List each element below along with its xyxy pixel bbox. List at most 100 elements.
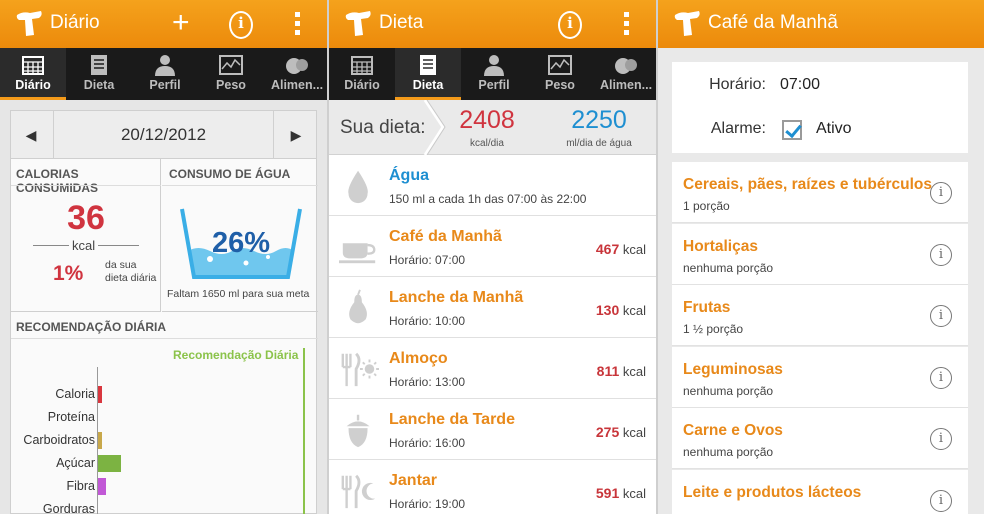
meal-row[interactable]: Lanche da Tarde Horário: 16:00 275 kcal xyxy=(329,399,656,460)
meal-row[interactable]: Lanche da Manhã Horário: 10:00 130 kcal xyxy=(329,277,656,338)
food-group-row[interactable]: Leguminosas nenhuma porção i xyxy=(672,346,968,408)
meal-name: Lanche da Tarde xyxy=(389,411,515,428)
meal-kcal-unit: kcal xyxy=(622,486,646,501)
kcal-unit: kcal xyxy=(69,238,99,253)
next-day-icon[interactable]: ▶ xyxy=(276,111,316,159)
agua-per-day-label: ml/dia de água xyxy=(566,138,632,149)
tab-bar: Diário Dieta Perfil Peso Alimen... xyxy=(0,48,327,100)
food-group-row[interactable]: Cereais, pães, raízes e tubérculos 1 porç… xyxy=(672,162,968,223)
meal-kcal-unit: kcal xyxy=(622,364,646,379)
nutrient-label: Carboidratos xyxy=(23,433,95,447)
info-icon[interactable]: i xyxy=(930,243,952,266)
pear-icon xyxy=(349,289,367,324)
nutrient-label: Fibra xyxy=(66,479,95,493)
agua-box[interactable]: CONSUMO DE ÁGUA 26% Faltam 1650 ml para … xyxy=(162,159,318,312)
screen-title: Dieta xyxy=(379,12,424,33)
alarme-checkbox[interactable] xyxy=(782,120,802,140)
meal-kcal: 130 kcal xyxy=(596,302,646,318)
cafe-screen: Café da Manhã Horário: 07:00 Alarme: Ati… xyxy=(658,0,984,514)
nutrient-label: Proteína xyxy=(47,410,95,424)
food-group-portion: 1 porção xyxy=(683,199,730,213)
nutrient-bar xyxy=(98,455,121,472)
meal-subtitle: Horário: 16:00 xyxy=(389,436,466,450)
meal-row[interactable]: Jantar Horário: 19:00 591 kcal xyxy=(329,460,656,514)
recomendacao-line xyxy=(303,348,305,514)
meal-row[interactable]: Almoço Horário: 13:00 811 kcal xyxy=(329,338,656,399)
food-group-row[interactable]: Carne e Ovos nenhuma porção i xyxy=(672,408,968,469)
info-icon[interactable]: i xyxy=(558,11,582,39)
notepad-icon xyxy=(420,55,436,75)
notepad-icon xyxy=(91,55,107,75)
info-icon[interactable]: i xyxy=(930,182,952,204)
coffee-cup-icon xyxy=(339,243,376,264)
horario-value[interactable]: 07:00 xyxy=(780,76,820,94)
cutlery-moon-icon xyxy=(341,474,376,509)
overflow-menu-icon[interactable] xyxy=(295,12,301,40)
tab-diario[interactable]: Diário xyxy=(329,48,395,100)
meal-kcal-unit: kcal xyxy=(622,425,646,440)
app-logo-icon xyxy=(674,11,700,36)
nutrient-label: Caloria xyxy=(55,387,95,401)
info-icon[interactable]: i xyxy=(930,428,952,450)
agua-pct: 26% xyxy=(212,227,271,259)
food-group-name: Cereais, pães, raízes e tubérculos xyxy=(683,176,932,193)
tab-perfil[interactable]: Perfil xyxy=(461,48,527,100)
food-group-row[interactable]: Leite e produtos lácteos i xyxy=(672,469,968,514)
calendar-icon xyxy=(22,56,44,75)
pct-dieta: 1% xyxy=(53,262,84,285)
info-icon[interactable]: i xyxy=(229,11,253,39)
tab-alimentos[interactable]: Alimen... xyxy=(593,48,656,100)
pct-caption: da sua dieta diária xyxy=(105,259,157,284)
tab-diario[interactable]: Diário xyxy=(0,48,66,100)
recomendacao-label: Recomendação Diária xyxy=(173,348,299,362)
action-bar: Dieta i xyxy=(329,0,656,48)
info-icon[interactable]: i xyxy=(930,305,952,327)
tab-peso[interactable]: Peso xyxy=(198,48,264,100)
tab-alimentos[interactable]: Alimen... xyxy=(264,48,327,100)
meal-name: Água xyxy=(389,167,429,184)
water-drop-icon xyxy=(348,170,368,204)
nutrient-bar xyxy=(98,478,107,495)
tab-dieta[interactable]: Dieta xyxy=(395,48,461,100)
diet-summary: Sua dieta: 2408 kcal/dia 2250 ml/dia de … xyxy=(329,100,656,155)
kcal-per-day-label: kcal/dia xyxy=(470,138,504,149)
recomendacao-section: RECOMENDAÇÃO DIÁRIA Recomendação Diária … xyxy=(11,312,318,514)
tab-perfil[interactable]: Perfil xyxy=(132,48,198,100)
food-group-row[interactable]: Frutas 1 ½ porção i xyxy=(672,285,968,346)
info-icon[interactable]: i xyxy=(930,489,952,512)
calorias-header: CALORIAS CONSUMIDAS xyxy=(16,167,99,195)
info-icon[interactable]: i xyxy=(930,366,952,389)
calendar-icon xyxy=(351,56,373,75)
food-group-name: Leite e produtos lácteos xyxy=(683,483,862,501)
app-logo-icon xyxy=(345,11,371,36)
overflow-menu-icon[interactable] xyxy=(624,12,630,40)
tab-peso[interactable]: Peso xyxy=(527,48,593,100)
food-group-portion: nenhuma porção xyxy=(683,445,774,459)
food-group-row[interactable]: Hortaliças nenhuma porção i xyxy=(672,223,968,285)
food-group-name: Frutas xyxy=(683,299,731,316)
recomendacao-header: RECOMENDAÇÃO DIÁRIA xyxy=(16,320,166,334)
meal-name: Jantar xyxy=(389,472,438,489)
previous-day-icon[interactable]: ◀ xyxy=(11,111,51,159)
calorias-box[interactable]: CALORIAS CONSUMIDAS 36 kcal 1% da sua di… xyxy=(11,159,161,312)
food-group-portion: nenhuma porção xyxy=(683,260,774,275)
diario-card: ◀ 20/12/2012 ▶ CALORIAS CONSUMIDAS 36 kc… xyxy=(10,110,318,514)
screen-title: Café da Manhã xyxy=(708,12,838,33)
tab-dieta[interactable]: Dieta xyxy=(66,48,132,100)
meal-subtitle: Horário: 19:00 xyxy=(389,497,466,511)
add-icon[interactable]: + xyxy=(172,8,190,38)
action-bar: Café da Manhã xyxy=(658,0,984,48)
meal-row[interactable]: Água 150 ml a cada 1h das 07:00 às 22:00 xyxy=(329,155,656,216)
meal-subtitle: Horário: 07:00 xyxy=(389,253,466,267)
meal-row[interactable]: Café da Manhã Horário: 07:00 467 kcal xyxy=(329,216,656,277)
meal-kcal: 591 kcal xyxy=(596,485,646,501)
cutlery-sun-icon xyxy=(341,352,379,387)
meal-subtitle: Horário: 10:00 xyxy=(389,314,466,328)
chart-icon xyxy=(219,55,243,75)
nutrient-label: Gorduras xyxy=(42,502,95,514)
nutrient-bar xyxy=(98,386,103,403)
food-icon xyxy=(615,58,637,74)
meal-kcal-value: 130 xyxy=(595,302,620,318)
meal-name: Café da Manhã xyxy=(389,228,502,245)
meal-kcal: 467 kcal xyxy=(596,241,646,257)
